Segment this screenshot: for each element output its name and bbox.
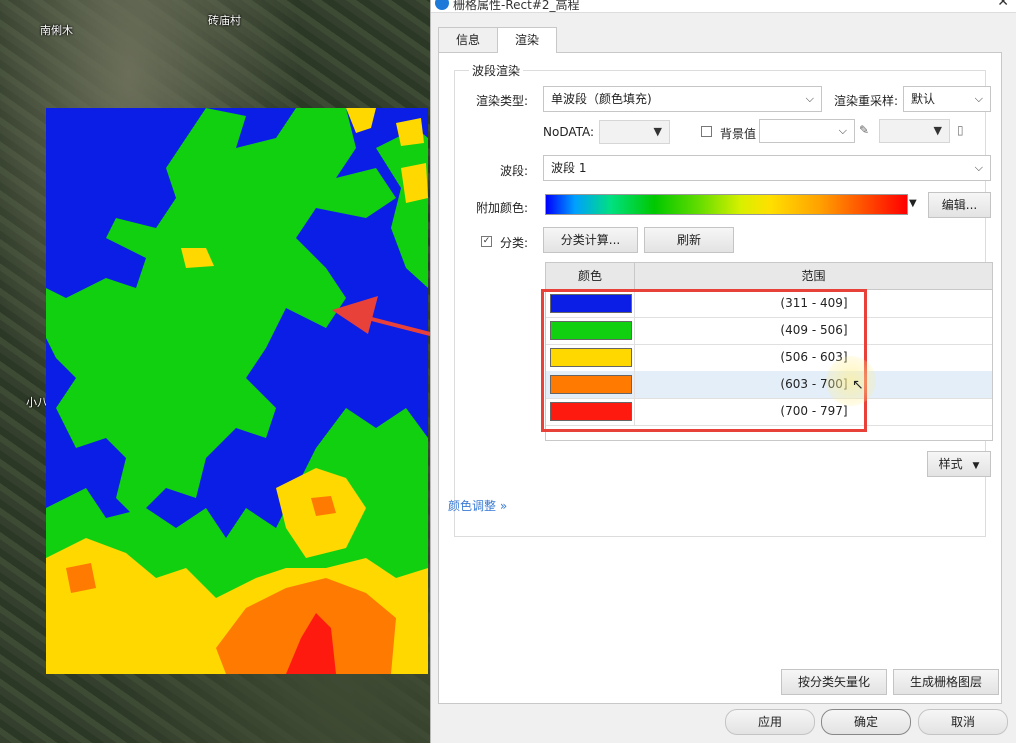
raster-class-orange [66,563,96,593]
apply-button[interactable]: 应用 [725,709,815,735]
eyedropper-icon[interactable]: ✎ [859,123,869,137]
table-row[interactable]: (409 - 506] [546,317,992,345]
window-title: 栅格属性-Rect#2_高程 [453,0,580,12]
edit-button[interactable]: 编辑... [928,192,991,218]
table-row[interactable]: (603 - 700] [546,371,992,399]
cancel-button[interactable]: 取消 [918,709,1008,735]
class-color-swatch[interactable] [550,294,632,313]
color-adjust-label: 颜色调整 [448,499,497,513]
class-color-swatch[interactable] [550,402,632,421]
background-checkbox[interactable] [701,126,712,137]
band-value: 波段 1 [551,161,587,175]
classify-checkbox[interactable]: ✓ [481,236,492,247]
dropdown-arrow-icon[interactable]: ▼ [909,198,917,209]
refresh-button[interactable]: 刷新 [644,227,734,253]
render-type-label: 渲染类型: [476,94,529,108]
color-adjust-link[interactable]: 颜色调整 » [448,497,507,514]
nodata-label: NoDATA: [543,125,595,139]
dropdown-arrow-icon: ▼ [653,125,662,138]
class-range: (409 - 506] [634,317,993,344]
ok-button[interactable]: 确定 [821,709,911,735]
column-header-color[interactable]: 颜色 [546,263,635,289]
table-row[interactable]: (700 - 797] [546,398,992,426]
style-button-label: 样式 [938,457,963,471]
resample-select[interactable]: 默认 ⌵ [903,86,991,112]
background-label: 背景值 [720,127,757,141]
map-label: 小八 [26,396,48,409]
table-row[interactable]: (506 - 603] [546,344,992,372]
mouse-pointer-icon: ↖ [852,377,864,393]
band-select[interactable]: 波段 1 ⌵ [543,155,991,181]
extra-color-label: 附加颜色: [476,201,529,215]
class-color-swatch[interactable] [550,375,632,394]
class-color-swatch[interactable] [550,348,632,367]
table-header: 颜色 范围 [546,263,992,290]
classified-raster [46,108,428,674]
class-range: (506 - 603] [634,344,993,371]
vectorize-by-class-button[interactable]: 按分类矢量化 [781,669,887,695]
background-color-select[interactable]: ▼ [879,119,950,143]
chevron-down-icon: ⌵ [838,124,847,137]
copy-icon[interactable]: ▯ [957,123,964,137]
class-range: (311 - 409] [634,290,993,317]
generate-raster-layer-button[interactable]: 生成栅格图层 [893,669,999,695]
chevron-down-icon: ⌵ [974,161,983,174]
dropdown-arrow-icon: ▼ [972,461,980,471]
chevron-down-icon: ⌵ [805,92,814,105]
nodata-color-select[interactable]: ▼ [599,120,670,144]
render-type-select[interactable]: 单波段（颜色填充) ⌵ [543,86,822,112]
map-label: 南俐木 [40,24,73,37]
style-button[interactable]: 样式 ▼ [927,451,991,477]
column-header-range[interactable]: 范围 [635,263,992,289]
group-title: 波段渲染 [469,62,524,79]
render-tab-panel: 波段渲染 渲染类型: 单波段（颜色填充) ⌵ 渲染重采样: 默认 ⌵ NoDAT… [438,52,1002,704]
close-icon[interactable]: ✕ [997,0,1009,10]
color-ramp-preview[interactable] [545,194,908,215]
title-bar[interactable]: 栅格属性-Rect#2_高程 ✕ [431,0,1016,13]
app-icon [435,0,449,10]
class-range: (700 - 797] [634,398,993,425]
band-label: 波段: [500,164,529,178]
table-row[interactable]: (311 - 409] [546,290,992,318]
resample-label: 渲染重采样: [834,94,899,108]
classify-calc-button[interactable]: 分类计算... [543,227,638,253]
class-range: (603 - 700] [634,371,993,398]
tab-render[interactable]: 渲染 [497,27,557,53]
render-type-value: 单波段（颜色填充) [551,92,652,106]
class-color-swatch[interactable] [550,321,632,340]
map-label: 砖庙村 [208,14,241,27]
dropdown-arrow-icon: ▼ [933,124,942,137]
background-value-select[interactable]: ⌵ [759,119,855,143]
class-table: 颜色 范围 (311 - 409] (409 - 506] (506 - 603… [545,262,993,441]
tab-info[interactable]: 信息 [438,27,498,52]
raster-class-yellow [396,118,424,146]
double-chevron-right-icon: » [496,499,508,513]
resample-value: 默认 [911,92,936,106]
chevron-down-icon: ⌵ [974,92,983,105]
raster-properties-dialog: 栅格属性-Rect#2_高程 ✕ 信息 渲染 波段渲染 渲染类型: 单波段（颜色… [430,0,1016,743]
classify-label: 分类: [500,236,529,250]
